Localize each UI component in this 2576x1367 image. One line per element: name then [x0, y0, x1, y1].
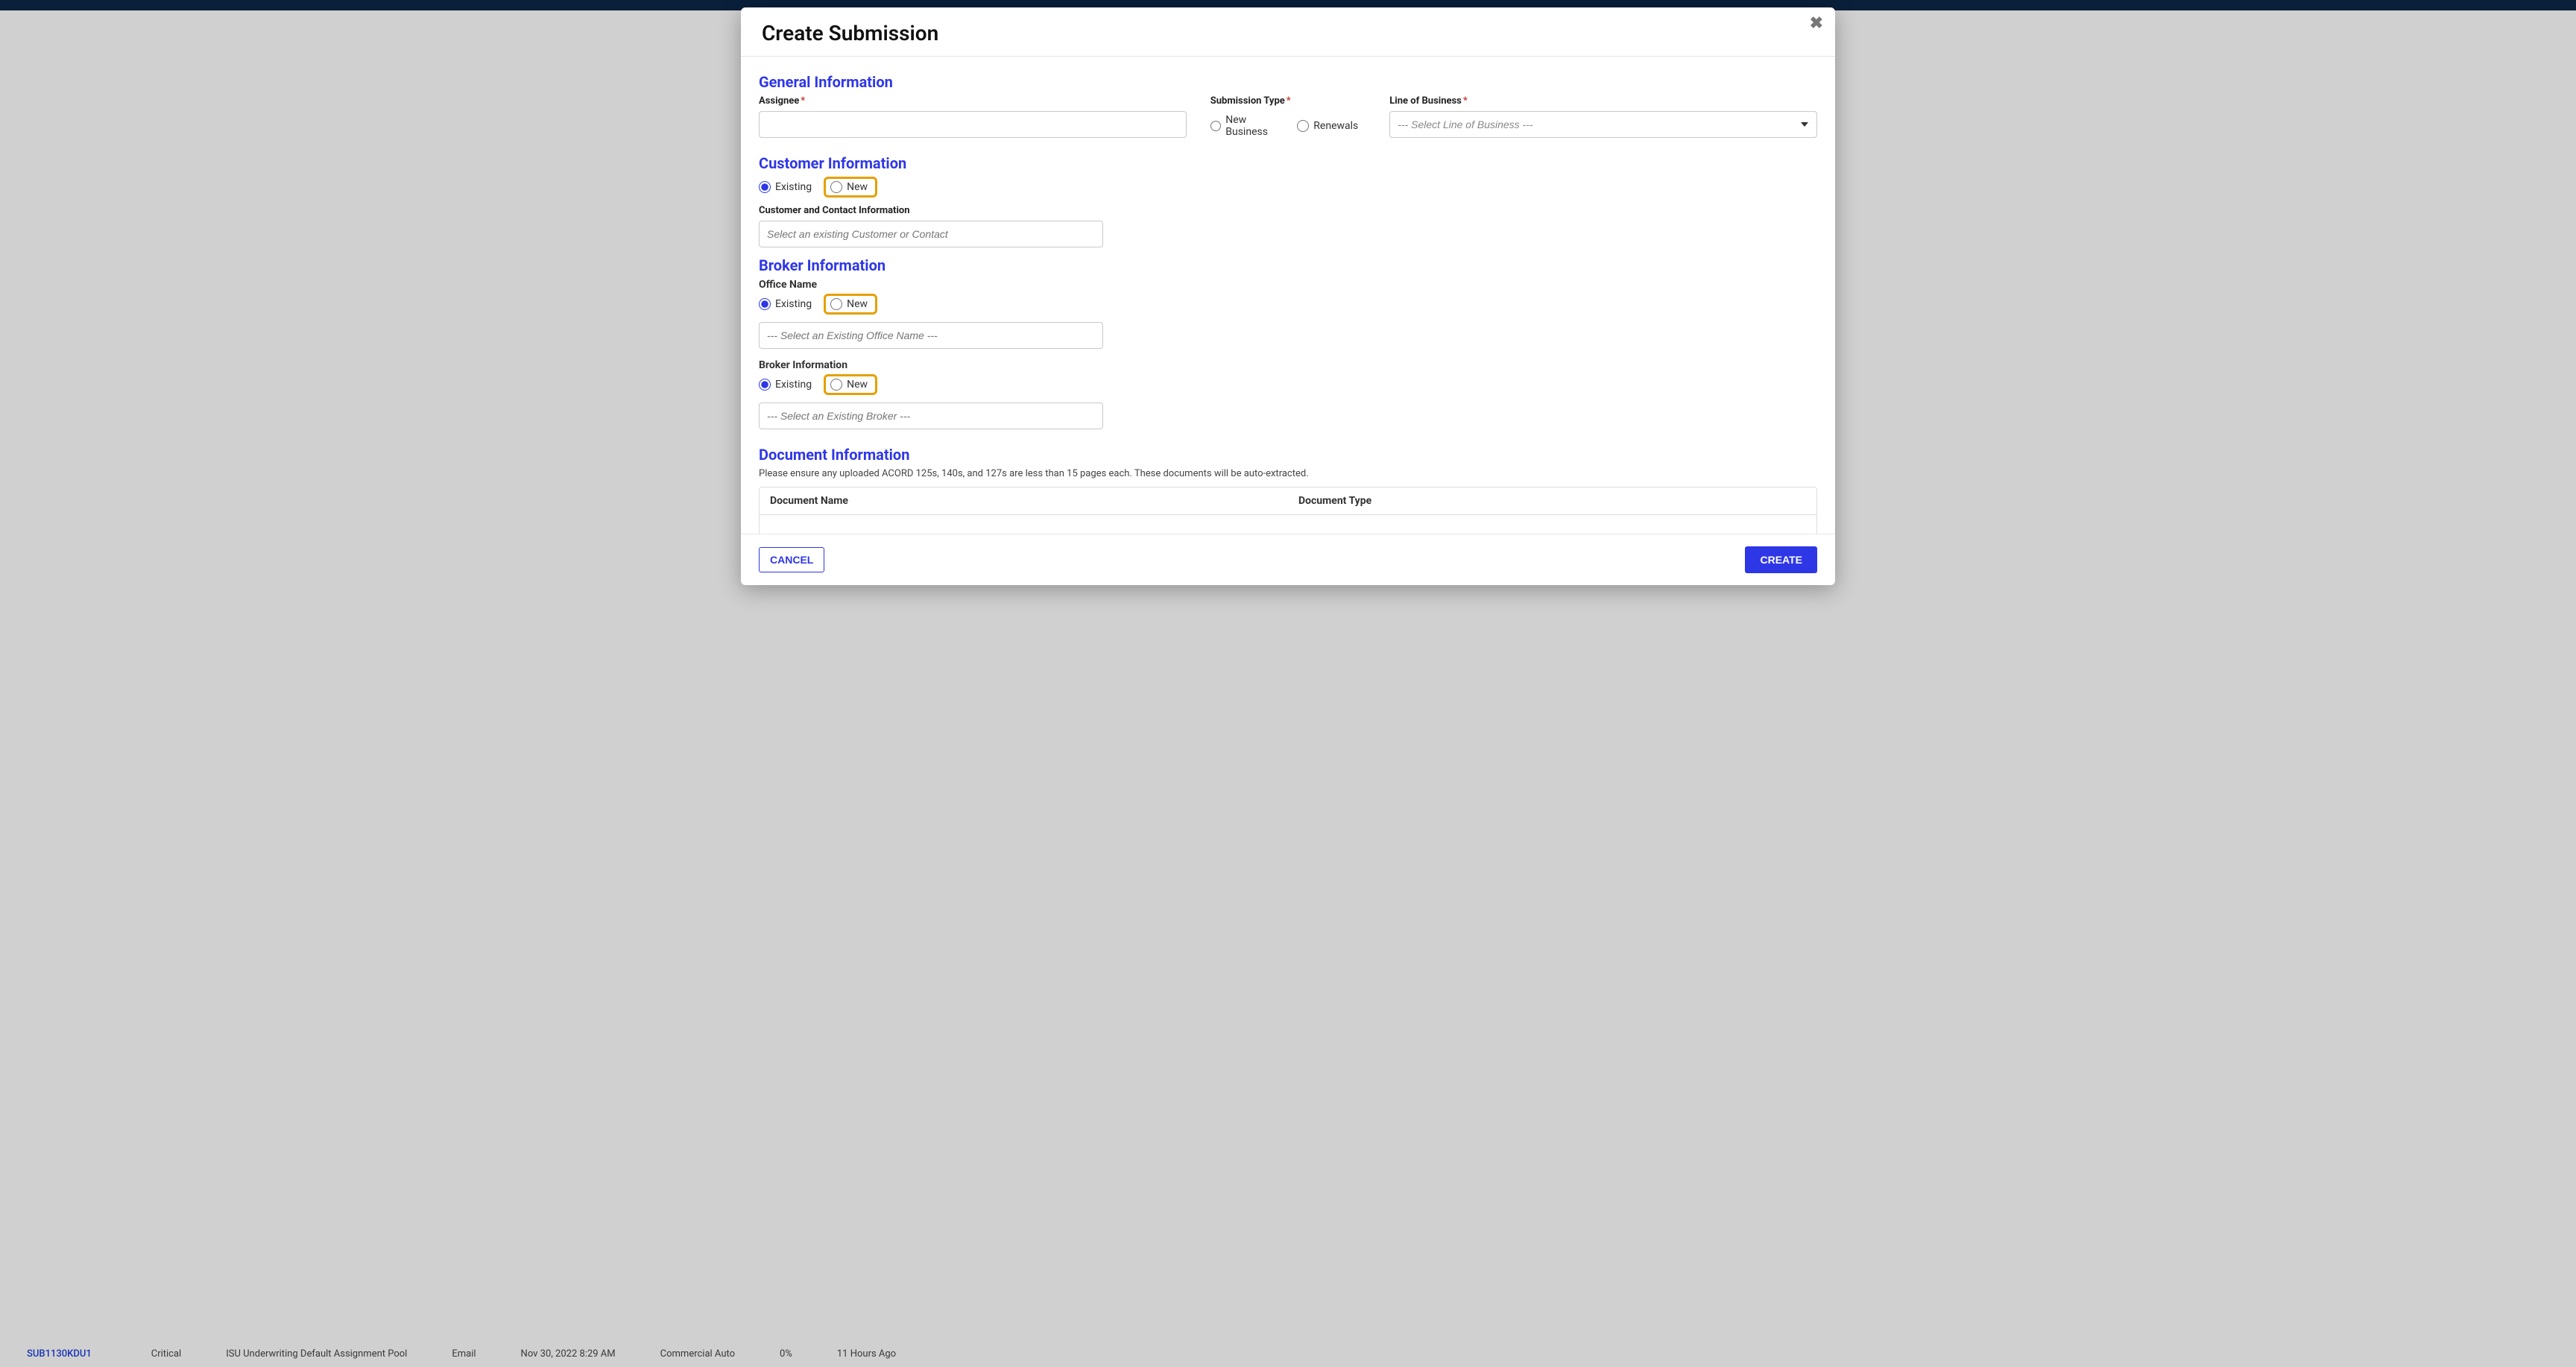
- modal-header: Create Submission: [741, 7, 1835, 57]
- general-row: Assignee* Submission Type* New Business: [759, 95, 1817, 145]
- broker-existing-radio[interactable]: Existing: [759, 379, 812, 391]
- assignee-label-text: Assignee: [759, 95, 799, 107]
- doc-col-name: Document Name: [760, 487, 1288, 514]
- create-submission-modal: ✖ Create Submission General Information …: [741, 7, 1835, 585]
- modal-title: Create Submission: [762, 21, 1814, 45]
- radio-renewals[interactable]: Renewals: [1297, 120, 1358, 132]
- modal-footer: CANCEL CREATE: [741, 534, 1835, 585]
- lob-select[interactable]: [1389, 111, 1817, 138]
- customer-existing-label: Existing: [775, 181, 812, 193]
- lob-label-text: Line of Business: [1389, 95, 1462, 107]
- office-existing-radio[interactable]: Existing: [759, 298, 812, 310]
- radio-new-business-label: New Business: [1225, 114, 1285, 138]
- submission-type-radios: New Business Renewals: [1210, 114, 1366, 138]
- office-name-input[interactable]: [759, 322, 1103, 349]
- customer-contact-label: Customer and Contact Information: [759, 205, 1103, 216]
- broker-existing-radio-input[interactable]: [759, 379, 771, 391]
- customer-new-radio-input[interactable]: [830, 181, 842, 193]
- office-new-radio-input[interactable]: [830, 298, 842, 310]
- assignee-input[interactable]: [759, 111, 1187, 138]
- broker-new-radio-input[interactable]: [830, 379, 842, 391]
- broker-mode-radios: Existing New: [759, 374, 1817, 395]
- customer-new-radio[interactable]: New: [830, 181, 868, 193]
- submission-type-label: Submission Type*: [1210, 95, 1366, 107]
- customer-mode-radios: Existing New: [759, 177, 1817, 198]
- office-name-field: [759, 322, 1103, 349]
- section-customer-heading: Customer Information: [759, 154, 1817, 172]
- section-document-heading: Document Information: [759, 446, 1817, 464]
- submission-type-field: Submission Type* New Business Renewals: [1210, 95, 1366, 145]
- radio-new-business[interactable]: New Business: [1210, 114, 1286, 138]
- lob-label: Line of Business*: [1389, 95, 1817, 107]
- broker-info-label: Broker Information: [759, 359, 1817, 371]
- assignee-field: Assignee*: [759, 95, 1187, 138]
- modal-body: General Information Assignee* Submission…: [741, 57, 1835, 534]
- document-table-header: Document Name Document Type: [760, 487, 1816, 515]
- customer-existing-radio[interactable]: Existing: [759, 181, 812, 193]
- create-button[interactable]: CREATE: [1745, 546, 1817, 573]
- office-existing-radio-input[interactable]: [759, 298, 771, 310]
- radio-renewals-label: Renewals: [1313, 120, 1358, 132]
- customer-contact-input[interactable]: [759, 221, 1103, 247]
- office-new-radio[interactable]: New: [830, 298, 868, 310]
- broker-existing-label: Existing: [775, 379, 812, 391]
- broker-new-radio[interactable]: New: [830, 379, 868, 391]
- required-asterisk: *: [1463, 95, 1468, 107]
- lob-select-wrap: [1389, 111, 1817, 138]
- required-asterisk: *: [1287, 95, 1291, 107]
- document-table: Document Name Document Type No items ava…: [759, 487, 1817, 534]
- office-name-label: Office Name: [759, 279, 1817, 291]
- customer-existing-radio-input[interactable]: [759, 181, 771, 193]
- office-new-highlight: New: [824, 294, 877, 315]
- required-asterisk: *: [801, 95, 805, 107]
- section-broker-heading: Broker Information: [759, 256, 1817, 274]
- broker-info-field: [759, 402, 1103, 429]
- office-existing-label: Existing: [775, 298, 812, 310]
- customer-new-label: New: [847, 181, 868, 193]
- office-new-label: New: [847, 298, 868, 310]
- close-button[interactable]: ✖: [1810, 15, 1823, 31]
- radio-renewals-input[interactable]: [1297, 120, 1309, 132]
- broker-new-label: New: [847, 379, 868, 391]
- close-icon: ✖: [1810, 13, 1823, 32]
- document-helper-text: Please ensure any uploaded ACORD 125s, 1…: [759, 468, 1817, 479]
- broker-new-highlight: New: [824, 374, 877, 395]
- office-mode-radios: Existing New: [759, 294, 1817, 315]
- doc-col-type: Document Type: [1288, 487, 1816, 514]
- customer-contact-field: Customer and Contact Information: [759, 205, 1103, 247]
- section-general-heading: General Information: [759, 73, 1817, 91]
- cancel-button[interactable]: CANCEL: [759, 547, 824, 572]
- lob-field: Line of Business*: [1389, 95, 1817, 138]
- modal-overlay: ✖ Create Submission General Information …: [0, 0, 2576, 1367]
- submission-type-label-text: Submission Type: [1210, 95, 1285, 107]
- assignee-label: Assignee*: [759, 95, 1187, 107]
- customer-new-highlight: New: [824, 177, 877, 198]
- broker-info-input[interactable]: [759, 402, 1103, 429]
- document-table-empty: No items available: [760, 515, 1816, 534]
- radio-new-business-input[interactable]: [1210, 120, 1222, 132]
